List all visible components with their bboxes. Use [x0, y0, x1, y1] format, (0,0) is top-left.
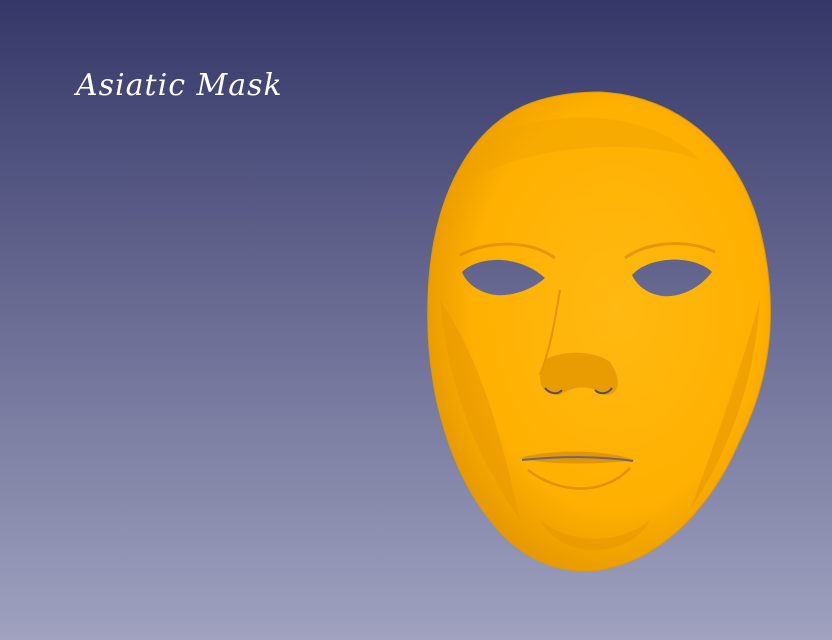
mask-3d-model — [427, 91, 771, 572]
3d-viewport[interactable]: Asiatic Mask — [0, 0, 832, 640]
